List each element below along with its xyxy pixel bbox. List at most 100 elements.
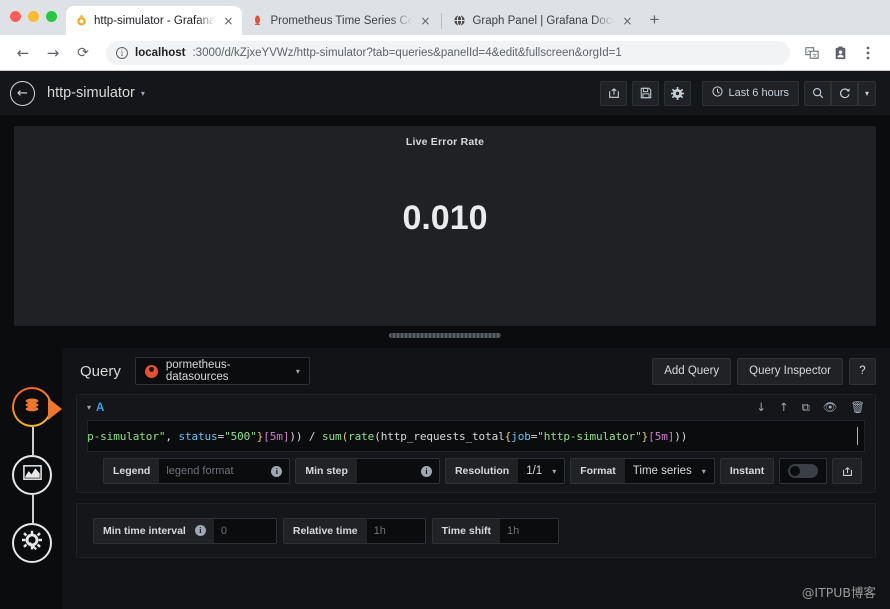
query-row-actions: ↓ ↑ ⧉ 👁 🗑 [756,400,865,415]
close-icon[interactable]: × [620,14,634,28]
help-button[interactable]: ? [849,357,876,385]
chevron-down-icon[interactable]: ▾ [87,403,91,412]
min-step-input[interactable]: i [356,459,439,483]
browser-tab-grafana[interactable]: http-simulator - Grafana × [66,6,243,35]
legend-option: Legend legend format i [103,458,291,484]
window-close-button[interactable] [10,11,21,22]
query-header-buttons: Add Query Query Inspector ? [652,357,876,385]
legend-format-placeholder: legend format [166,465,234,477]
promql-expression-text: )_requests_total{job="http-simulator", s… [87,429,688,443]
page-title: http-simulator [47,85,135,101]
relative-time-placeholder: 1h [373,524,386,537]
time-shift-option: Time shift 1h [431,517,560,544]
min-time-interval-label: Min time interval [103,524,186,537]
promql-token: "http-simulator" [87,429,166,443]
datasource-picker[interactable]: pormetheus-datasources ▾ [134,357,310,385]
min-time-interval-input[interactable]: 0 [213,518,276,543]
browser-tab-title: Graph Panel | Grafana Docume [472,14,614,27]
min-step-option: Min step i [295,458,440,484]
panel-title: Live Error Rate [405,136,485,148]
browser-urlbar-row: ← → ⟳ i localhost:3000/d/kZjxeYVWz/http-… [0,35,890,71]
tab-separator [441,13,443,29]
gear-icon[interactable] [664,80,692,106]
forward-icon[interactable]: → [40,40,66,66]
address-bar[interactable]: i localhost:3000/d/kZjxeYVWz/http-simula… [106,40,790,65]
site-info-icon[interactable]: i [116,46,128,59]
info-icon[interactable]: i [194,525,206,536]
relative-time-option: Relative time 1h [282,517,426,544]
open-in-explore-button[interactable] [832,458,863,484]
toggle-switch-icon[interactable] [788,464,819,478]
resolution-option: Resolution 1/1 ▾ [444,458,566,484]
resolution-label: Resolution [454,465,510,477]
info-icon[interactable]: i [271,465,283,477]
profile-icon[interactable] [828,41,852,65]
remove-query-icon[interactable]: 🗑 [850,400,865,415]
database-icon [22,395,42,420]
window-traffic-lights[interactable] [10,11,57,22]
chevron-down-icon[interactable]: ▾ [141,89,145,98]
chevron-down-icon[interactable]: ▾ [552,467,556,476]
settings-gear-wrench-icon [21,530,43,557]
close-icon[interactable]: × [221,14,235,28]
min-step-label: Min step [305,465,348,477]
promql-token: "http-simulator" [537,429,642,443]
refresh-interval-caret-icon[interactable]: ▾ [858,80,876,106]
back-to-dashboard-button[interactable]: ← [10,80,35,106]
duplicate-query-icon[interactable]: ⧉ [802,400,810,415]
promql-expression-field[interactable]: )_requests_total{job="http-simulator", s… [87,420,865,452]
chevron-down-icon[interactable]: ▾ [702,467,706,476]
translate-icon[interactable]: A 文 [800,41,824,65]
grafana-app: ← http-simulator ▾ Last 6 hours ▾ Live E… [0,71,890,609]
query-ref-id[interactable]: A [96,402,104,414]
move-query-down-icon[interactable]: ↓ [756,400,766,415]
graph-panel-icon [22,462,43,488]
browser-tabstrip: http-simulator - Grafana × Prometheus Ti… [0,0,890,35]
relative-time-input[interactable]: 1h [366,518,425,543]
instant-toggle[interactable] [779,458,828,484]
query-editor-header: Query pormetheus-datasources ▾ Add Query… [62,348,890,394]
new-tab-button[interactable]: + [641,7,667,33]
format-select[interactable]: Time series ▾ [624,459,714,483]
query-inspector-button[interactable]: Query Inspector [737,357,843,385]
reload-icon[interactable]: ⟳ [70,40,96,66]
browser-tab-graph-panel-docs[interactable]: Graph Panel | Grafana Docume × [444,6,641,35]
browser-tab-prometheus[interactable]: Prometheus Time Series Collec × [242,6,439,35]
callout-connector [32,427,34,455]
time-shift-placeholder: 1h [507,524,520,537]
browser-tab-title: http-simulator - Grafana [94,14,216,27]
singlestat-value: 0.010 [402,199,488,237]
url-host: localhost [135,46,186,59]
share-dashboard-icon[interactable] [600,80,628,106]
time-shift-input[interactable]: 1h [500,518,559,543]
prometheus-datasource-icon [144,364,158,378]
format-value: Time series [632,465,692,477]
toggle-query-visibility-icon[interactable]: 👁 [823,400,838,415]
refresh-icon[interactable] [831,80,858,106]
back-icon[interactable]: ← [10,40,36,66]
chevron-down-icon[interactable]: ▾ [296,367,300,376]
promql-token: / [302,429,322,443]
info-icon[interactable]: i [420,465,432,477]
window-minimize-button[interactable] [28,11,39,22]
panel-preview: Live Error Rate 0.010 [14,126,876,326]
resolution-select[interactable]: 1/1 ▾ [518,459,565,483]
query-options-row: Legend legend format i Min step i Resolu… [77,452,875,492]
panel-resize-handle[interactable] [389,333,501,338]
zoom-out-icon[interactable] [804,80,831,106]
promql-token: )) [289,429,303,443]
time-range-picker[interactable]: Last 6 hours [702,80,799,106]
close-icon[interactable]: × [418,14,432,28]
promql-token: , [165,429,179,443]
text-cursor [857,427,858,445]
add-query-button[interactable]: Add Query [652,357,732,385]
window-maximize-button[interactable] [46,11,57,22]
legend-format-input[interactable]: legend format i [159,459,290,483]
min-time-interval-placeholder: 0 [220,524,227,537]
browser-tabs: http-simulator - Grafana × Prometheus Ti… [66,6,667,35]
save-dashboard-icon[interactable] [632,80,660,106]
move-query-up-icon[interactable]: ↑ [779,400,789,415]
promql-token: )) [674,429,688,443]
menu-kebab-icon[interactable] [856,41,880,65]
watermark: @ITPUB博客 [801,585,876,600]
